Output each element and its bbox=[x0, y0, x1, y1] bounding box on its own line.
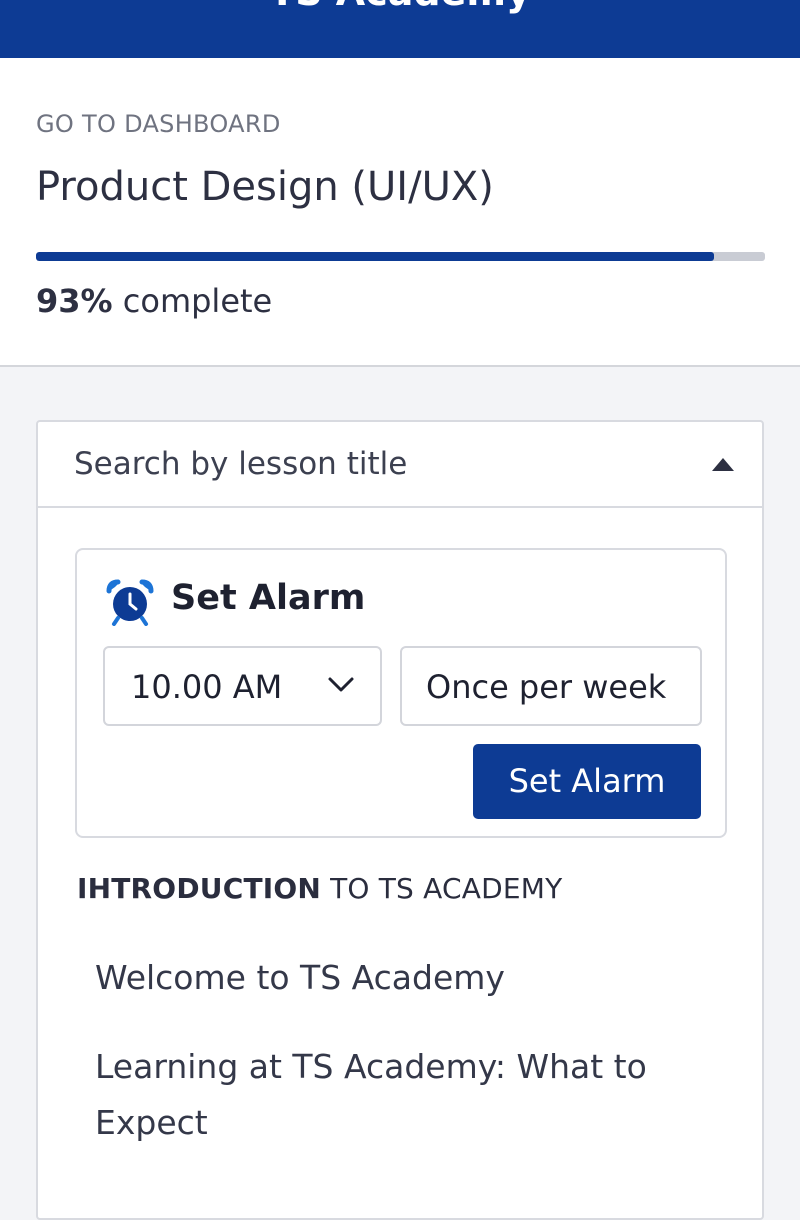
lesson-item[interactable]: Welcome to TS Academy bbox=[95, 950, 695, 1006]
progress-suffix: complete bbox=[122, 282, 273, 320]
alarm-card: Set Alarm 10.00 AM Once per week Set Ala… bbox=[75, 548, 727, 838]
alarm-frequency-field[interactable]: Once per week bbox=[400, 646, 702, 726]
lesson-search[interactable]: Search by lesson title bbox=[38, 422, 762, 508]
alarm-time-value: 10.00 AM bbox=[131, 668, 283, 706]
section-heading-rest: TO TS ACADEMY bbox=[321, 872, 563, 905]
progress-label: 93% complete bbox=[36, 282, 272, 320]
lessons-panel: Search by lesson title Set Alarm 10.00 A… bbox=[36, 420, 764, 1220]
course-title: Product Design (UI/UX) bbox=[36, 164, 494, 210]
app-title: TS Academy bbox=[0, 0, 800, 12]
chevron-down-icon bbox=[328, 677, 354, 692]
set-alarm-button[interactable]: Set Alarm bbox=[473, 744, 701, 819]
alarm-frequency-value: Once per week bbox=[426, 668, 667, 706]
section-heading: IHTRODUCTION TO TS ACADEMY bbox=[77, 872, 562, 905]
course-header: GO TO DASHBOARD Product Design (UI/UX) 9… bbox=[0, 58, 800, 367]
alarm-time-select[interactable]: 10.00 AM bbox=[103, 646, 382, 726]
caret-up-icon[interactable] bbox=[712, 458, 734, 471]
progress-bar-fill bbox=[36, 252, 714, 261]
progress-bar bbox=[36, 252, 765, 261]
dashboard-link[interactable]: GO TO DASHBOARD bbox=[36, 110, 281, 138]
top-app-bar: TS Academy bbox=[0, 0, 800, 58]
alarm-clock-icon bbox=[106, 579, 154, 626]
progress-percent: 93% bbox=[36, 282, 113, 320]
alarm-title: Set Alarm bbox=[171, 578, 366, 618]
section-heading-bold: IHTRODUCTION bbox=[77, 872, 321, 905]
search-input[interactable]: Search by lesson title bbox=[74, 446, 407, 482]
lesson-item[interactable]: Learning at TS Academy: What to Expect bbox=[95, 1039, 695, 1151]
